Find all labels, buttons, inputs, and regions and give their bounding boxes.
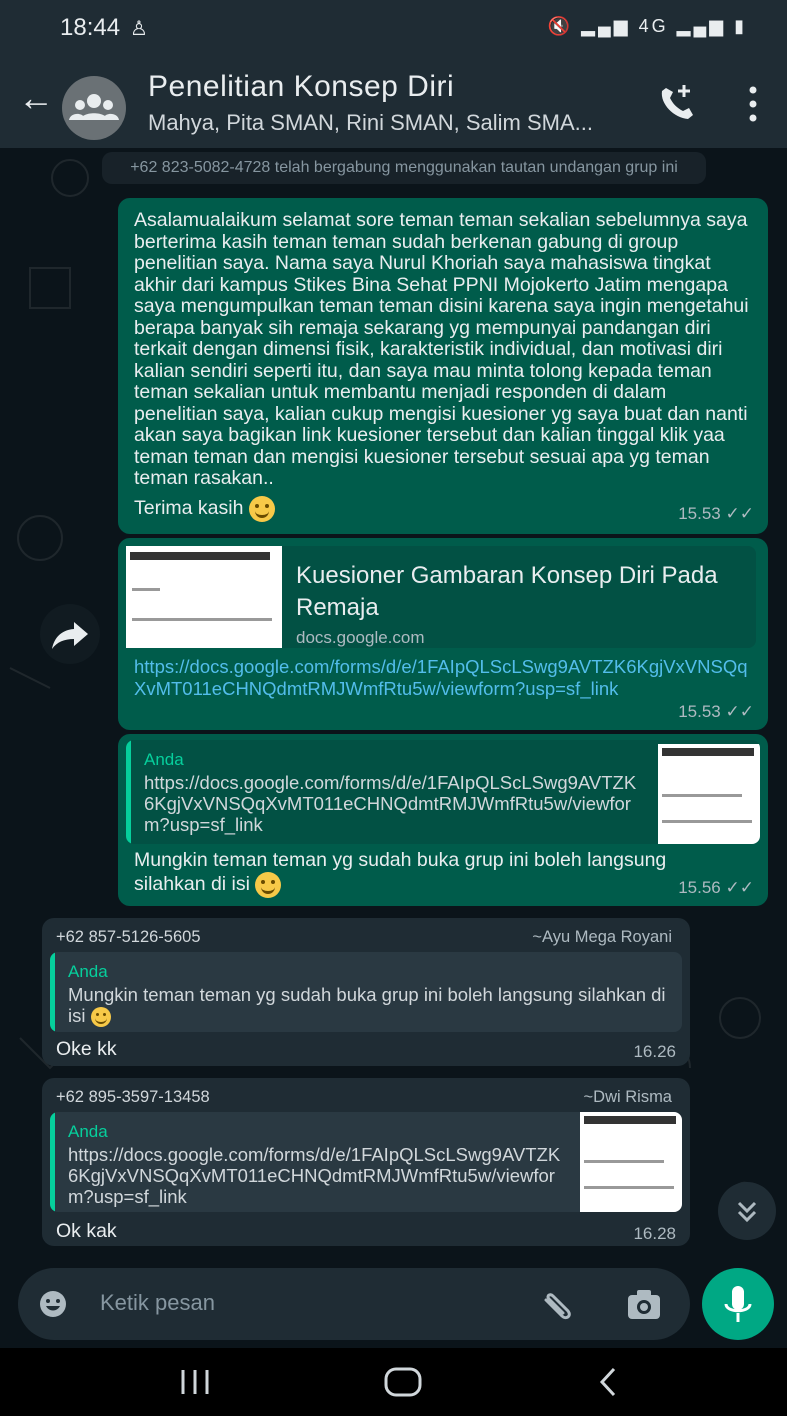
message-time: 16.26 bbox=[633, 1042, 676, 1061]
quote-author: Anda bbox=[68, 1122, 108, 1141]
incoming-message-ayu[interactable]: +62 857-5126-5605 ~Ayu Mega Royani Anda … bbox=[42, 918, 690, 1066]
message-input[interactable]: Ketik pesan bbox=[100, 1290, 215, 1316]
network-type: 4G bbox=[638, 16, 669, 36]
mute-icon: 🔇 bbox=[547, 16, 574, 36]
status-bar: 18:44 ♙ 🔇 ▂▄▆ 4G ▂▄▆ ▮ bbox=[0, 0, 787, 60]
message-time: 16.28 bbox=[633, 1224, 676, 1243]
message-meta: 15.53 ✓✓ bbox=[678, 702, 754, 722]
camera-icon[interactable] bbox=[624, 1286, 664, 1322]
smiling-emoji-icon bbox=[255, 872, 282, 898]
back-arrow-icon[interactable]: ← bbox=[18, 78, 54, 118]
outgoing-reply-message[interactable]: Anda https://docs.google.com/forms/d/e/1… bbox=[118, 734, 768, 906]
outgoing-link-message[interactable]: Kuesioner Gambaran Konsep Diri Pada Rema… bbox=[118, 538, 768, 730]
double-chevron-down-icon bbox=[737, 1201, 757, 1223]
message-time: 15.53 bbox=[678, 702, 721, 721]
group-members[interactable]: Mahya, Pita SMAN, Rini SMAN, Salim SMA..… bbox=[148, 110, 593, 136]
message-meta: 15.56 ✓✓ bbox=[678, 878, 754, 898]
group-title[interactable]: Penelitian Konsep Diri bbox=[148, 70, 454, 104]
scroll-to-bottom-button[interactable] bbox=[718, 1182, 776, 1240]
quoted-message[interactable]: Anda Mungkin teman teman yg sudah buka g… bbox=[50, 952, 682, 1032]
quote-thumbnail bbox=[580, 1112, 682, 1212]
android-navigation-bar bbox=[0, 1348, 787, 1416]
outgoing-message-1[interactable]: Asalamualaikum selamat sore teman teman … bbox=[118, 198, 768, 534]
attach-icon[interactable] bbox=[540, 1286, 580, 1322]
quoted-message[interactable]: Anda https://docs.google.com/forms/d/e/1… bbox=[50, 1112, 682, 1212]
quote-bar bbox=[50, 1112, 55, 1212]
recent-apps-icon[interactable] bbox=[178, 1366, 212, 1398]
link-preview-card[interactable]: Kuesioner Gambaran Konsep Diri Pada Rema… bbox=[126, 546, 756, 648]
quote-text: Mungkin teman teman yg sudah buka grup i… bbox=[68, 984, 666, 1028]
guest-user-icon: ♙ bbox=[130, 18, 148, 40]
signal-battery-icons: 🔇 ▂▄▆ 4G ▂▄▆ ▮ bbox=[548, 16, 747, 37]
quote-author: Anda bbox=[68, 962, 108, 981]
more-options-icon[interactable] bbox=[748, 84, 758, 124]
quote-text: https://docs.google.com/forms/d/e/1FAIpQ… bbox=[144, 772, 637, 835]
voice-message-button[interactable] bbox=[702, 1268, 774, 1340]
link-title: Kuesioner Gambaran Konsep Diri Pada Rema… bbox=[296, 562, 718, 621]
quoted-message[interactable]: Anda https://docs.google.com/forms/d/e/1… bbox=[126, 740, 760, 844]
forward-button[interactable] bbox=[40, 604, 100, 664]
sender-phone[interactable]: +62 895-3597-13458 bbox=[56, 1088, 210, 1107]
whatsapp-screen: 18:44 ♙ 🔇 ▂▄▆ 4G ▂▄▆ ▮ ← Penelitian Kons… bbox=[0, 0, 787, 1416]
signal-icon: ▂▄▆ bbox=[581, 16, 631, 36]
microphone-icon bbox=[724, 1286, 752, 1322]
quote-thumbnail bbox=[658, 744, 760, 844]
message-meta: 15.53 ✓✓ bbox=[678, 504, 754, 524]
message-text: Asalamualaikum selamat sore teman teman … bbox=[134, 209, 749, 489]
form-preview-thumbnail bbox=[126, 546, 282, 648]
quote-bar bbox=[50, 952, 55, 1032]
battery-icon: ▮ bbox=[734, 16, 747, 36]
incoming-message-dwi[interactable]: +62 895-3597-13458 ~Dwi Risma Anda https… bbox=[42, 1078, 690, 1246]
double-check-icon: ✓✓ bbox=[725, 504, 755, 523]
smiling-emoji-icon bbox=[90, 1007, 111, 1028]
chat-header: ← Penelitian Konsep Diri Mahya, Pita SMA… bbox=[0, 60, 787, 148]
message-text: Ok kak bbox=[56, 1220, 117, 1242]
system-join-message: +62 823-5082-4728 telah bergabung menggu… bbox=[102, 152, 706, 184]
quote-author: Anda bbox=[144, 750, 184, 769]
sender-phone[interactable]: +62 857-5126-5605 bbox=[56, 928, 201, 947]
sender-name: ~Ayu Mega Royani bbox=[532, 928, 672, 946]
message-input-bar[interactable]: Ketik pesan bbox=[18, 1268, 690, 1340]
message-time: 15.53 bbox=[678, 504, 721, 523]
message-text: Mungkin teman teman yg sudah buka grup i… bbox=[134, 848, 734, 898]
message-closing: Terima kasih bbox=[134, 496, 275, 522]
back-nav-icon[interactable] bbox=[594, 1364, 624, 1400]
message-text: Oke kk bbox=[56, 1038, 117, 1060]
group-avatar[interactable] bbox=[62, 76, 126, 140]
double-check-icon: ✓✓ bbox=[725, 878, 755, 897]
group-icon bbox=[69, 94, 119, 120]
double-check-icon: ✓✓ bbox=[725, 702, 755, 721]
sender-name: ~Dwi Risma bbox=[583, 1088, 672, 1106]
smiling-emoji-icon bbox=[248, 496, 275, 522]
link-domain: docs.google.com bbox=[296, 628, 425, 647]
quote-text: https://docs.google.com/forms/d/e/1FAIpQ… bbox=[68, 1144, 561, 1207]
status-time: 18:44 bbox=[60, 14, 121, 41]
quote-bar bbox=[126, 740, 131, 844]
message-link[interactable]: https://docs.google.com/forms/d/e/1FAIpQ… bbox=[134, 656, 758, 700]
forward-icon bbox=[52, 622, 88, 649]
home-icon[interactable] bbox=[381, 1364, 425, 1400]
signal-icon: ▂▄▆ bbox=[676, 16, 727, 36]
message-time: 15.56 bbox=[678, 878, 721, 897]
add-call-icon[interactable] bbox=[656, 80, 696, 120]
emoji-icon[interactable] bbox=[38, 1289, 68, 1319]
